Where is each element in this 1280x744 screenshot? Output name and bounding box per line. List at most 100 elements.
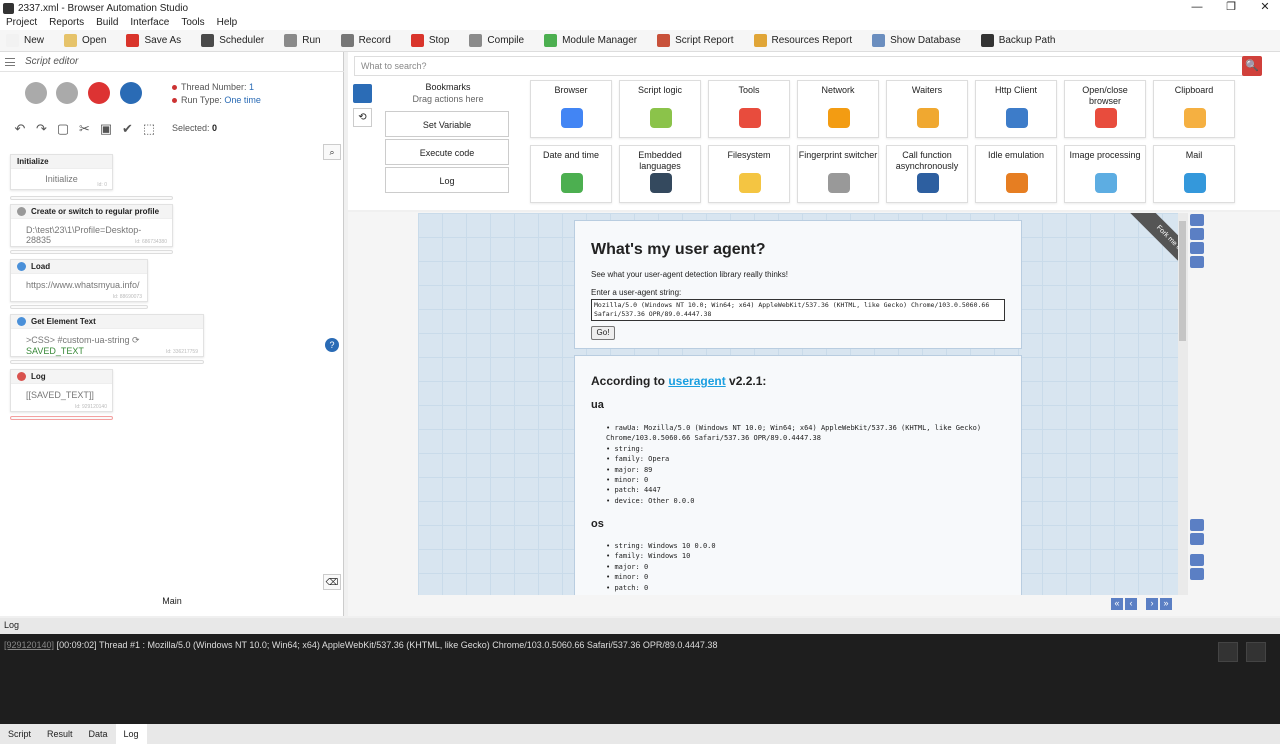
category-date-and-time[interactable]: Date and time — [530, 145, 612, 203]
pause-button[interactable] — [56, 82, 78, 104]
prev-page-icon[interactable]: ‹ — [1125, 598, 1137, 610]
main-function-label[interactable]: Main — [0, 596, 344, 606]
stop-button[interactable] — [88, 82, 110, 104]
close-button[interactable]: ✕ — [1250, 0, 1280, 16]
history-icon[interactable]: ⟲ — [353, 108, 372, 127]
node-header: Load — [11, 260, 147, 274]
tab-result[interactable]: Result — [39, 724, 81, 744]
log-entry-id[interactable]: [929120140] — [4, 640, 54, 650]
scroll-bottom-icon[interactable] — [1190, 568, 1204, 580]
menu-project[interactable]: Project — [0, 16, 43, 30]
github-ribbon[interactable]: Fork me on GitHub — [1129, 213, 1178, 297]
menu-build[interactable]: Build — [90, 16, 124, 30]
category-open-close-browser[interactable]: Open/close browser — [1064, 80, 1146, 138]
resources-report-button[interactable]: Resources Report — [753, 31, 852, 51]
open-button[interactable]: Open — [64, 31, 106, 51]
copy-icon[interactable]: ▢ — [56, 122, 70, 135]
menu-interface[interactable]: Interface — [124, 16, 175, 30]
ua-list: rawUa: Mozilla/5.0 (Windows NT 10.0; Win… — [606, 423, 981, 506]
node-body: [[SAVED_TEXT]] — [11, 384, 112, 400]
record-button[interactable]: Record — [340, 31, 391, 51]
log-search-icon[interactable] — [1218, 642, 1238, 662]
scroll-top-icon[interactable] — [1190, 519, 1204, 531]
ua-list-item: family: Opera — [613, 454, 981, 464]
first-page-icon[interactable]: « — [1111, 598, 1123, 610]
category-browser[interactable]: Browser — [530, 80, 612, 138]
scroll-up-icon[interactable] — [1190, 533, 1204, 545]
scheduler-button[interactable]: Scheduler — [201, 31, 264, 51]
script-node[interactable]: Load https://www.whatsmyua.info/Id: 88690… — [10, 259, 148, 302]
scroll-down-icon[interactable] — [1190, 554, 1204, 566]
category-waiters[interactable]: Waiters — [886, 80, 968, 138]
minimize-button[interactable]: — — [1182, 0, 1212, 16]
search-icon[interactable]: 🔍 — [1242, 56, 1262, 76]
play-button[interactable] — [25, 82, 47, 104]
select-box-icon[interactable]: ⬚ — [142, 122, 156, 135]
page-scrollbar[interactable] — [1178, 213, 1188, 595]
script-node[interactable]: Create or switch to regular profile D:\te… — [10, 204, 173, 247]
category-clipboard[interactable]: Clipboard — [1153, 80, 1235, 138]
wifi-icon[interactable] — [1190, 214, 1204, 226]
go-button[interactable]: Go! — [591, 326, 615, 340]
script-node[interactable]: Get Element Text >CSS> #custom-ua-string … — [10, 314, 204, 357]
category-image-processing[interactable]: Image processing — [1064, 145, 1146, 203]
cut-icon[interactable]: ✂ — [78, 122, 92, 135]
grid-icon[interactable] — [1190, 242, 1204, 254]
menu-help[interactable]: Help — [211, 16, 244, 30]
show-database-button[interactable]: Show Database — [872, 31, 961, 51]
module-manager-button[interactable]: Module Manager — [544, 31, 637, 51]
ua-input-field[interactable]: Mozilla/5.0 (Windows NT 10.0; Win64; x64… — [591, 299, 1005, 321]
tab-script[interactable]: Script — [0, 724, 39, 744]
last-page-icon[interactable]: » — [1160, 598, 1172, 610]
stop-button[interactable]: Stop — [410, 31, 449, 51]
bookmark-log[interactable]: Log — [385, 167, 509, 193]
hamburger-menu-icon[interactable] — [5, 57, 15, 66]
compile-button[interactable]: Compile — [469, 31, 524, 51]
menu-reports[interactable]: Reports — [43, 16, 90, 30]
paste-icon[interactable]: ▣ — [99, 122, 113, 135]
help-icon[interactable]: ? — [325, 338, 339, 352]
scrollbar-thumb[interactable] — [1179, 221, 1186, 341]
bookmark-icon[interactable] — [353, 84, 372, 103]
category-call-function-asynchronously[interactable]: Call function asynchronously — [886, 145, 968, 203]
category-embedded-languages[interactable]: Embedded languages — [619, 145, 701, 203]
category-network[interactable]: Network — [797, 80, 879, 138]
bookmark-set-variable[interactable]: Set Variable — [385, 111, 509, 137]
node-title: Load — [31, 262, 51, 271]
category-tools[interactable]: Tools — [708, 80, 790, 138]
backup-path-button[interactable]: Backup Path — [980, 31, 1056, 51]
menu-tools[interactable]: Tools — [175, 16, 210, 30]
undo-icon[interactable]: ↶ — [13, 122, 27, 135]
new-button[interactable]: New — [6, 31, 44, 51]
node-separator — [10, 196, 173, 200]
category-script-logic[interactable]: Script logic — [619, 80, 701, 138]
tab-log[interactable]: Log — [115, 724, 147, 744]
search-input[interactable]: What to search? — [354, 56, 1244, 76]
log-menu-icon[interactable] — [1246, 642, 1266, 662]
category-http-client[interactable]: Http Client — [975, 80, 1057, 138]
category-idle-emulation[interactable]: Idle emulation — [975, 145, 1057, 203]
category-mail[interactable]: Mail — [1153, 145, 1235, 203]
select-all-icon[interactable]: ✔ — [121, 122, 135, 135]
next-page-icon[interactable]: › — [1146, 598, 1158, 610]
save-as-button[interactable]: Save As — [126, 31, 181, 51]
redo-icon[interactable]: ↷ — [35, 122, 49, 135]
tab-data[interactable]: Data — [81, 724, 116, 744]
script-report-button[interactable]: Script Report — [657, 31, 734, 51]
useragent-link[interactable]: useragent — [668, 374, 725, 388]
settings-icon[interactable] — [1190, 256, 1204, 268]
run-button[interactable]: Run — [284, 31, 321, 51]
record-icon[interactable] — [1190, 228, 1204, 240]
trash-icon[interactable]: ⌫ — [323, 574, 341, 590]
search-nodes-button[interactable]: ⌕ — [323, 144, 341, 160]
toolbar-label: Backup Path — [998, 35, 1056, 46]
script-node[interactable]: Log [[SAVED_TEXT]] Id: 929120140 — [10, 369, 113, 412]
ua-list-item: patch: 4447 — [613, 485, 981, 495]
node-icon — [17, 317, 26, 326]
script-node[interactable]: Initialize Initialize Id: 0 — [10, 154, 113, 190]
restore-button[interactable]: ❐ — [1216, 0, 1246, 16]
restart-button[interactable] — [120, 82, 142, 104]
category-filesystem[interactable]: Filesystem — [708, 145, 790, 203]
category-fingerprint-switcher[interactable]: Fingerprint switcher — [797, 145, 879, 203]
bookmark-execute-code[interactable]: Execute code — [385, 139, 509, 165]
